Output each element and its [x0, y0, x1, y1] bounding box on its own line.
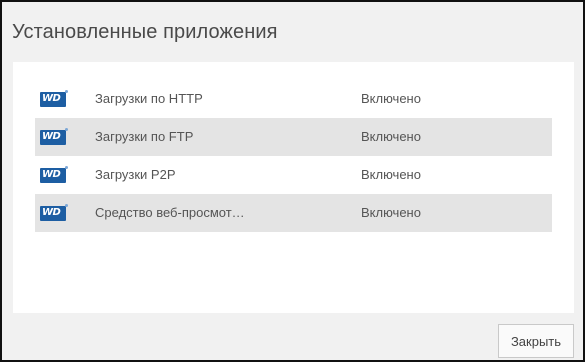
- app-row-http[interactable]: WD Загрузки по HTTP Включено: [35, 80, 552, 118]
- app-status: Включено: [361, 91, 421, 106]
- wd-logo-icon: WD: [40, 166, 68, 183]
- app-name: Загрузки по FTP: [95, 129, 194, 144]
- dialog-title: Установленные приложения: [12, 21, 278, 43]
- installed-apps-dialog: Установленные приложения WD Загрузки по …: [0, 0, 585, 362]
- wd-logo-icon: WD: [40, 128, 68, 145]
- app-status: Включено: [361, 129, 421, 144]
- app-row-ftp[interactable]: WD Загрузки по FTP Включено: [35, 118, 552, 156]
- wd-logo-icon: WD: [40, 90, 68, 107]
- app-row-p2p[interactable]: WD Загрузки P2P Включено: [35, 156, 552, 194]
- app-row-web-viewer[interactable]: WD Средство веб-просмот… Включено: [35, 194, 552, 232]
- app-status: Включено: [361, 205, 421, 220]
- app-list: WD Загрузки по HTTP Включено WD Загрузки…: [35, 80, 552, 232]
- app-name: Средство веб-просмот…: [95, 205, 245, 220]
- app-name: Загрузки P2P: [95, 167, 176, 182]
- wd-logo-icon: WD: [40, 204, 68, 221]
- close-button[interactable]: Закрыть: [498, 324, 574, 358]
- app-status: Включено: [361, 167, 421, 182]
- app-name: Загрузки по HTTP: [95, 91, 203, 106]
- apps-panel: WD Загрузки по HTTP Включено WD Загрузки…: [13, 62, 574, 313]
